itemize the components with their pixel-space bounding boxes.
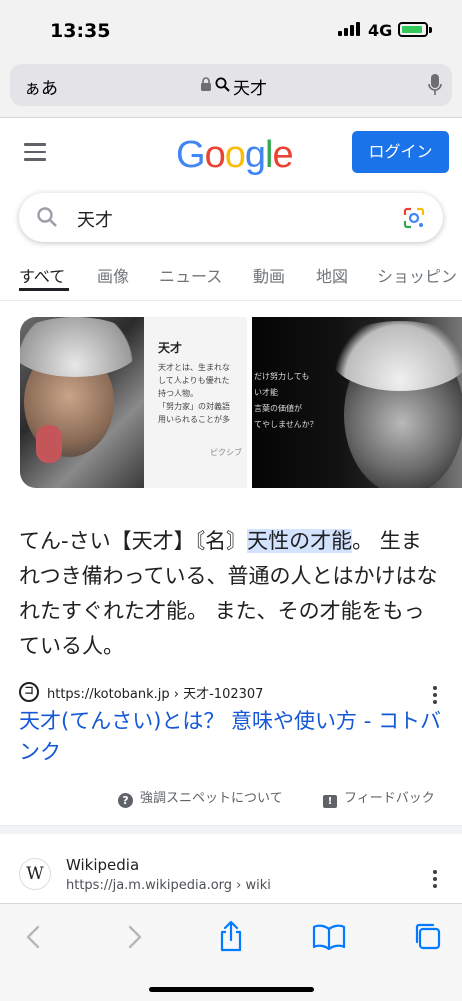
battery-cap bbox=[429, 27, 432, 33]
image-card-body: 天才とは、生まれな して人よりも優れた 持つ人物。 「努力家」の対義語 用いられ… bbox=[158, 363, 230, 424]
search-tabs: すべて 画像 ニュース 動画 地図 ショッピン bbox=[0, 258, 462, 301]
wikipedia-url[interactable]: https://ja.m.wikipedia.org › wiki bbox=[66, 878, 271, 893]
home-indicator bbox=[149, 987, 314, 992]
logo-letter: o bbox=[204, 134, 226, 176]
image-result-einstein-tongue[interactable] bbox=[20, 317, 144, 488]
forward-icon[interactable] bbox=[124, 924, 144, 950]
login-button[interactable]: ログイン bbox=[352, 131, 449, 173]
tab-maps[interactable]: 地図 bbox=[316, 263, 348, 287]
result-title-link[interactable]: 天才(てんさい)とは？ 意味や使い方 - コトバンク bbox=[19, 706, 449, 768]
image-quote-text: だけ努力しても い才能 言葉の価値が てやしませんか？ bbox=[254, 372, 318, 429]
help-icon: ? bbox=[118, 793, 133, 808]
active-tab-indicator bbox=[19, 288, 69, 291]
google-logo[interactable]: Google bbox=[176, 134, 294, 177]
status-time: 13:35 bbox=[50, 20, 111, 42]
tabs-icon[interactable] bbox=[413, 922, 441, 950]
logo-letter: e bbox=[272, 134, 293, 176]
featured-snippet-text: てん-さい【天才】〘名〙天性の才能。 生まれつき備わっている、普通の人とはかけは… bbox=[19, 524, 441, 664]
image-result-einstein-quote[interactable]: だけ努力しても い才能 言葉の価値が てやしませんか？ bbox=[252, 317, 462, 488]
address-text: 天才 bbox=[233, 79, 267, 99]
tab-all[interactable]: すべて bbox=[19, 263, 65, 287]
more-options-icon[interactable] bbox=[433, 686, 437, 707]
about-snippets-label: 強調スニペットについて bbox=[140, 791, 283, 806]
feedback-link[interactable]: ! フィードバック bbox=[323, 787, 435, 808]
search-icon bbox=[37, 207, 57, 227]
cellular-signal-icon bbox=[338, 22, 360, 36]
back-icon[interactable] bbox=[24, 924, 44, 950]
search-query[interactable]: 天才 bbox=[77, 206, 113, 232]
feedback-icon: ! bbox=[323, 795, 337, 808]
wikipedia-favicon-icon: W bbox=[19, 858, 51, 890]
browser-toolbar bbox=[0, 903, 462, 1001]
tab-shopping[interactable]: ショッピン bbox=[377, 263, 457, 287]
microphone-icon[interactable] bbox=[428, 73, 442, 97]
share-icon[interactable] bbox=[218, 920, 244, 952]
snippet-highlight: 天性の才能 bbox=[247, 529, 353, 553]
status-bar: 13:35 4G bbox=[0, 0, 462, 62]
image-card-credit: ピクシブ bbox=[210, 448, 242, 457]
tab-images[interactable]: 画像 bbox=[97, 263, 129, 287]
kotobank-favicon-icon: コ bbox=[19, 682, 39, 702]
battery-charging-icon bbox=[398, 22, 428, 37]
tab-news[interactable]: ニュース bbox=[159, 263, 222, 287]
hamburger-menu-icon[interactable] bbox=[24, 143, 46, 166]
search-icon bbox=[215, 77, 230, 92]
image-result-definition-card[interactable]: 天才 天才とは、生まれな して人よりも優れた 持つ人物。 「努力家」の対義語 用… bbox=[144, 317, 247, 488]
logo-letter: G bbox=[176, 134, 206, 176]
logo-letter: g bbox=[244, 134, 266, 176]
source-url[interactable]: https://kotobank.jp › 天才-102307 bbox=[47, 683, 263, 702]
about-snippets-link[interactable]: ? 強調スニペットについて bbox=[118, 787, 283, 808]
text-size-button[interactable]: ぁあ bbox=[24, 74, 58, 99]
bookmarks-icon[interactable] bbox=[312, 924, 346, 950]
browser-address-area: ぁあ 天才 bbox=[0, 62, 462, 118]
google-lens-icon[interactable] bbox=[402, 206, 426, 230]
address-bar[interactable]: ぁあ 天才 bbox=[10, 64, 452, 106]
network-type: 4G bbox=[368, 21, 393, 40]
snippet-part-1: てん-さい【天才】〘名〙 bbox=[19, 529, 248, 553]
search-box[interactable]: 天才 bbox=[19, 193, 443, 242]
lock-icon bbox=[201, 77, 211, 91]
feedback-label: フィードバック bbox=[344, 791, 435, 806]
logo-letter: o bbox=[224, 134, 246, 176]
tab-videos[interactable]: 動画 bbox=[253, 263, 285, 287]
section-divider bbox=[0, 825, 462, 834]
wikipedia-site-name[interactable]: Wikipedia bbox=[66, 856, 139, 874]
image-card-title: 天才 bbox=[158, 341, 183, 355]
more-options-icon[interactable] bbox=[433, 870, 437, 891]
